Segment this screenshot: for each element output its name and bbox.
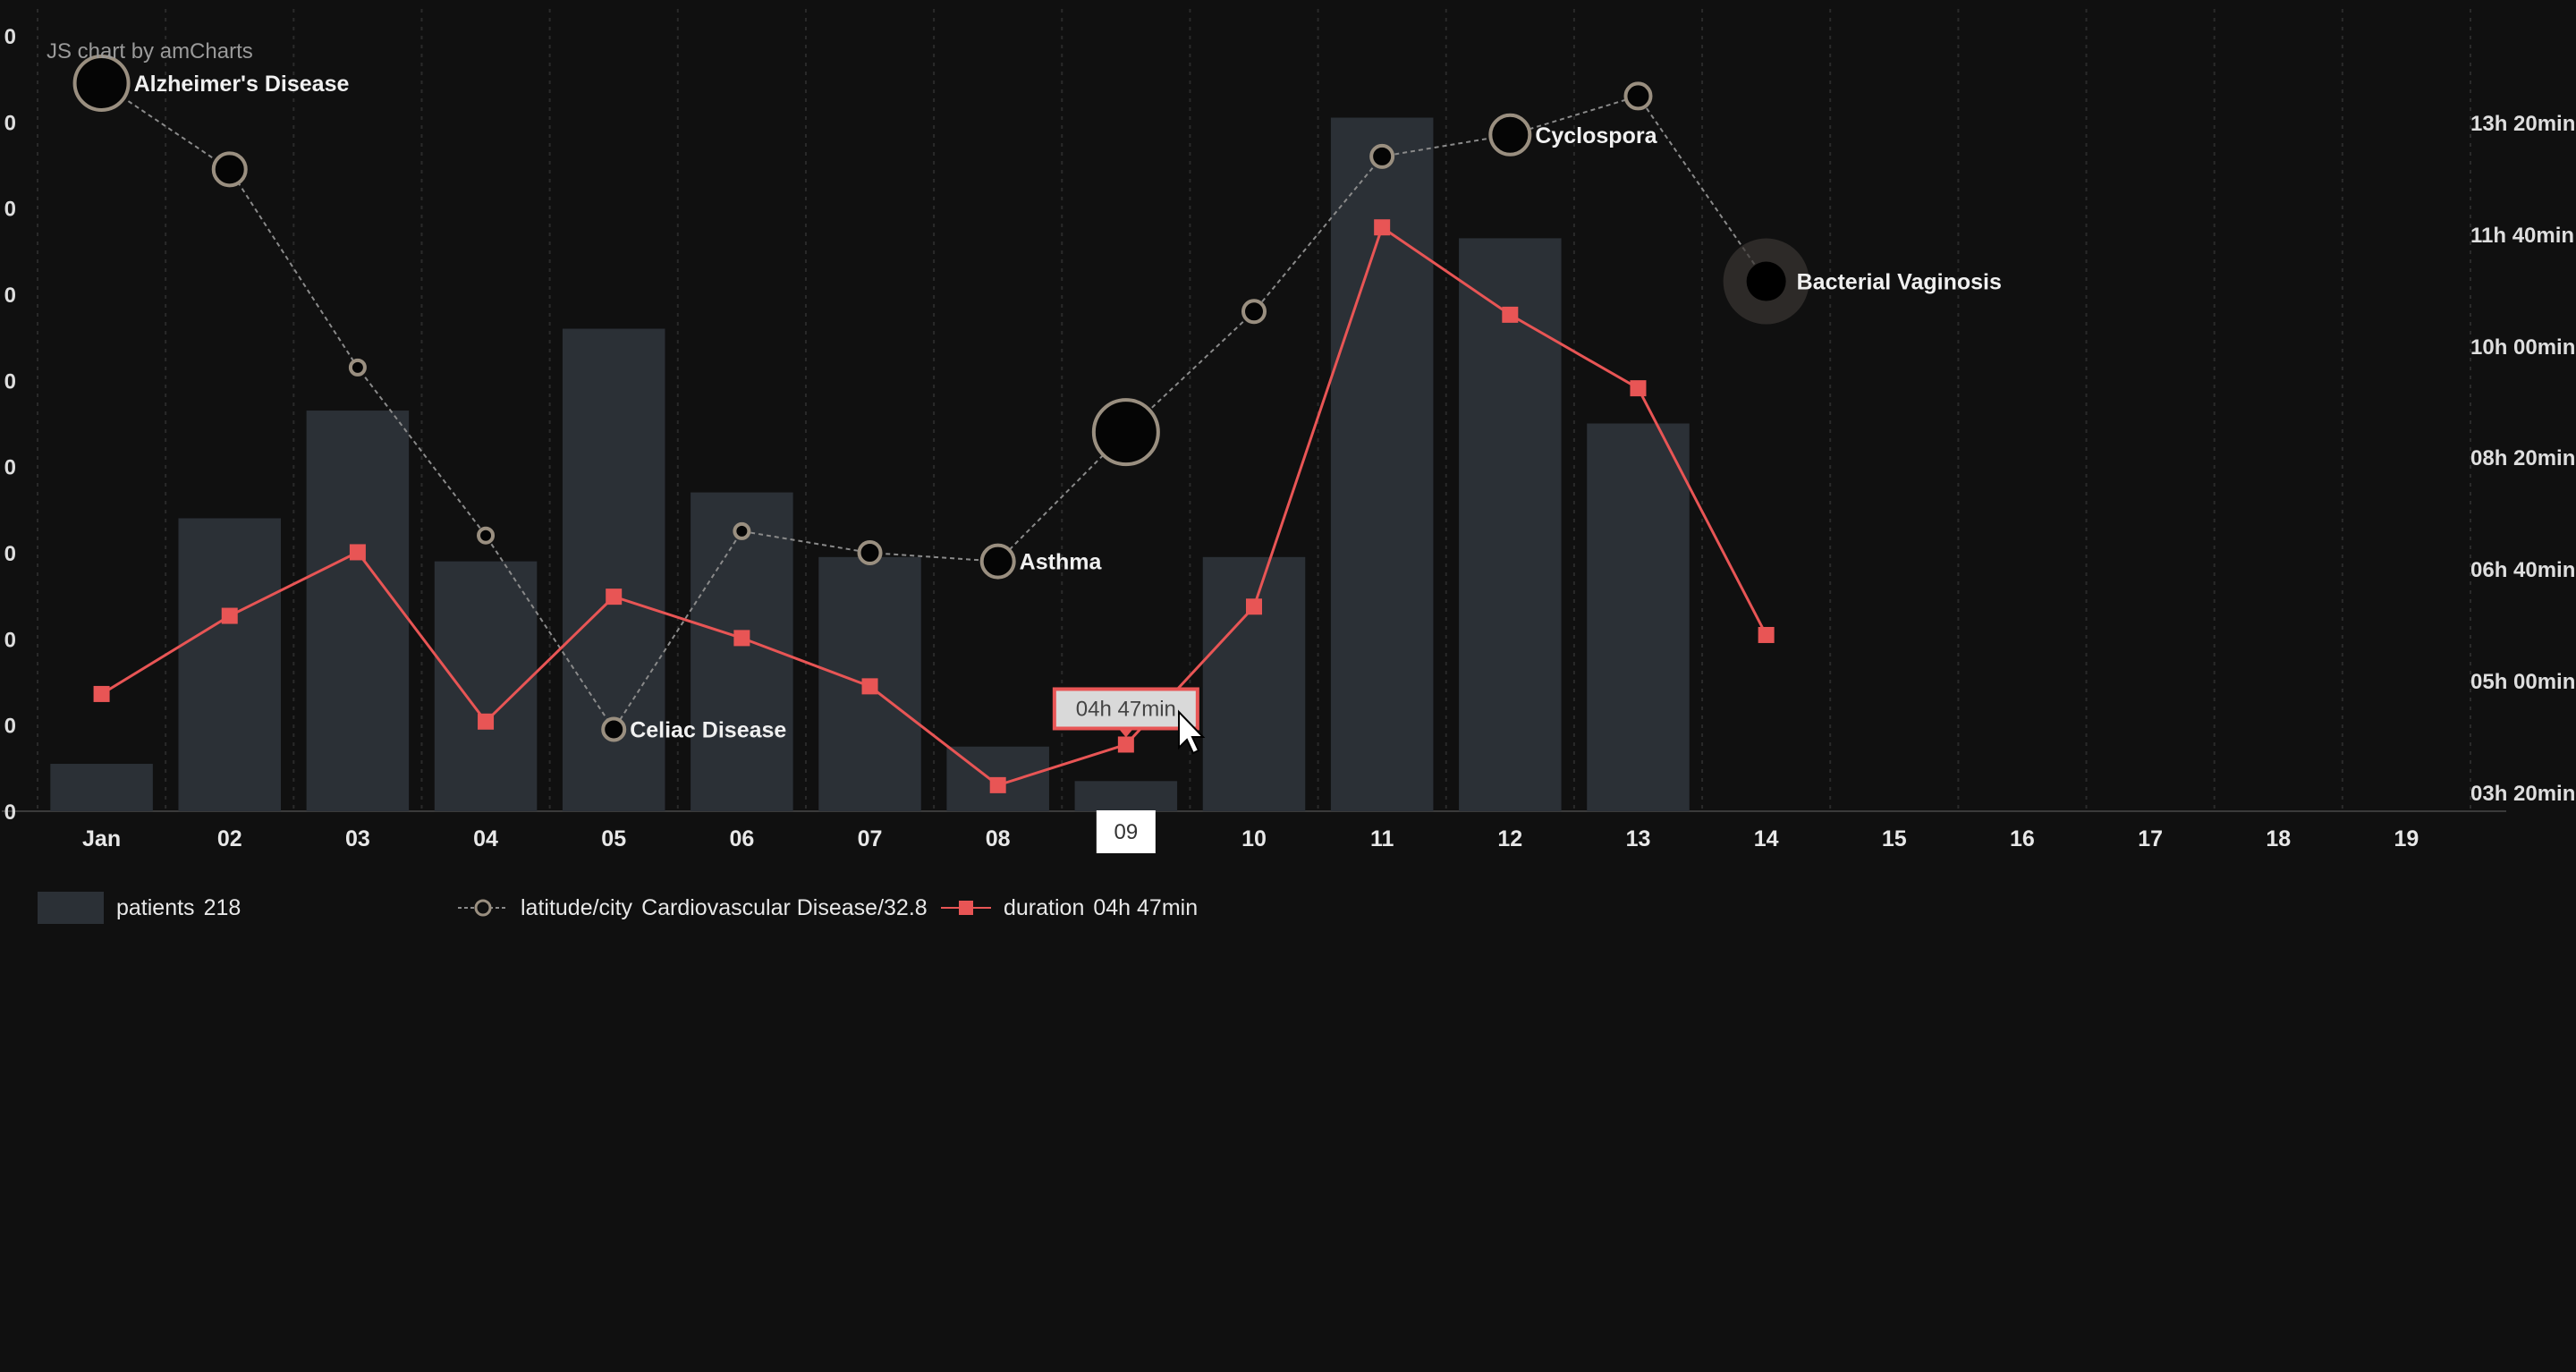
right-axis-tick-label: 06h 40min bbox=[2470, 558, 2575, 582]
legend: patients 218 latitude/city Cardiovascula… bbox=[0, 885, 1342, 930]
left-axis: 0 0 0 0 0 0 0 0 0 0 bbox=[4, 25, 16, 825]
latitude-bullet-label: Cyclospora bbox=[1535, 123, 1657, 148]
bar-03 bbox=[306, 411, 410, 811]
legend-item-patients[interactable]: patients 218 bbox=[38, 885, 241, 930]
duration-marker bbox=[989, 776, 1006, 793]
latitude-marker bbox=[1091, 398, 1160, 467]
left-axis-tick-label: 0 bbox=[4, 542, 16, 566]
left-axis-tick-label: 0 bbox=[4, 369, 16, 394]
latitude-marker bbox=[1746, 261, 1786, 301]
chart-credit[interactable]: JS chart by amCharts bbox=[47, 39, 253, 64]
category-label: 07 bbox=[858, 826, 883, 851]
legend-swatch-patients bbox=[38, 892, 104, 924]
category-label: 12 bbox=[1497, 826, 1522, 851]
category-label: 10 bbox=[1241, 826, 1267, 851]
legend-label-patients: patients bbox=[116, 894, 195, 920]
tooltip-pointer bbox=[1116, 726, 1135, 738]
duration-marker bbox=[861, 678, 878, 695]
legend-item-duration[interactable]: duration 04h 47min bbox=[941, 885, 1198, 930]
bar-09 bbox=[1074, 781, 1178, 811]
duration-marker bbox=[733, 630, 750, 647]
category-label: 09 bbox=[1114, 820, 1138, 844]
category-label: 03 bbox=[345, 826, 370, 851]
legend-value-latitude: Cardiovascular Disease/32.8 bbox=[641, 894, 928, 920]
bar-02 bbox=[178, 518, 281, 811]
latitude-marker bbox=[477, 526, 496, 545]
left-axis-tick-label: 0 bbox=[4, 25, 16, 49]
duration-marker bbox=[1246, 598, 1262, 615]
right-axis: 03h 20min 05h 00min 06h 40min 08h 20min 10h … bbox=[2470, 112, 2575, 806]
latitude-bullet-label: Bacterial Vaginosis bbox=[1797, 270, 2002, 295]
duration-marker bbox=[478, 713, 495, 730]
latitude-marker bbox=[733, 521, 751, 540]
latitude-bullet-label: Celiac Disease bbox=[630, 717, 786, 742]
category-label: 15 bbox=[1882, 826, 1907, 851]
legend-value-duration: 04h 47min bbox=[1093, 894, 1199, 920]
latitude-marker bbox=[1488, 113, 1532, 157]
legend-label-duration: duration bbox=[1004, 894, 1085, 920]
category-label: 13 bbox=[1626, 826, 1651, 851]
duration-marker bbox=[1630, 380, 1647, 397]
patients-bars bbox=[50, 117, 1690, 812]
latitude-marker bbox=[857, 540, 883, 565]
right-axis-tick-label: 03h 20min bbox=[2470, 782, 2575, 806]
latitude-marker bbox=[348, 358, 367, 377]
latitude-bullet-label: Alzheimer's Disease bbox=[134, 72, 350, 97]
duration-marker bbox=[1374, 219, 1391, 236]
left-axis-tick-label: 0 bbox=[4, 628, 16, 652]
bar-12 bbox=[1459, 238, 1562, 812]
latitude-marker bbox=[601, 716, 627, 742]
legend-label-latitude: latitude/city bbox=[521, 894, 633, 920]
category-label: 19 bbox=[2394, 826, 2419, 851]
bar-Jan bbox=[50, 764, 153, 811]
left-axis-tick-label: 0 bbox=[4, 198, 16, 222]
category-label: Jan bbox=[82, 826, 121, 851]
left-axis-tick-label: 0 bbox=[4, 715, 16, 739]
category-label: 02 bbox=[217, 826, 242, 851]
duration-marker bbox=[349, 544, 366, 561]
left-axis-tick-label: 0 bbox=[4, 456, 16, 480]
left-axis-tick-label: 0 bbox=[4, 800, 16, 825]
legend-item-latitude[interactable]: latitude/city Cardiovascular Disease/32.… bbox=[458, 885, 928, 930]
latitude-marker bbox=[979, 543, 1016, 580]
latitude-marker bbox=[211, 151, 248, 188]
category-label: 11 bbox=[1370, 826, 1394, 851]
bar-10 bbox=[1202, 556, 1306, 811]
category-label: 14 bbox=[1754, 826, 1779, 851]
left-axis-tick-label: 0 bbox=[4, 111, 16, 135]
latitude-marker bbox=[1369, 143, 1395, 169]
latitude-marker bbox=[1623, 81, 1653, 111]
category-label: 04 bbox=[473, 826, 498, 851]
right-axis-tick-label: 10h 00min bbox=[2470, 335, 2575, 360]
duration-marker bbox=[606, 589, 623, 606]
legend-value-patients: 218 bbox=[203, 894, 242, 920]
right-axis-tick-label: 13h 20min bbox=[2470, 112, 2575, 136]
category-label: 17 bbox=[2138, 826, 2163, 851]
tooltip: 04h 47min bbox=[1052, 687, 1199, 738]
chart: 0 0 0 0 0 0 0 0 0 0 03h 20min 05h 00min 06h 40min 08… bbox=[2, 9, 2575, 853]
right-axis-tick-label: 08h 20min bbox=[2470, 446, 2575, 470]
duration-marker bbox=[221, 607, 238, 624]
latitude-marker bbox=[1241, 299, 1267, 325]
left-axis-tick-label: 0 bbox=[4, 284, 16, 308]
right-axis-tick-label: 11h 40min bbox=[2470, 224, 2574, 248]
category-label: 08 bbox=[986, 826, 1011, 851]
legend-swatch-duration bbox=[941, 892, 991, 924]
legend-swatch-latitude bbox=[458, 892, 508, 924]
tooltip-text: 04h 47min bbox=[1076, 697, 1176, 721]
duration-marker bbox=[1502, 306, 1519, 323]
duration-marker bbox=[1758, 626, 1775, 643]
right-axis-tick-label: 05h 00min bbox=[2470, 670, 2575, 694]
category-label: 06 bbox=[729, 826, 754, 851]
category-label: 16 bbox=[2010, 826, 2035, 851]
duration-marker bbox=[1117, 736, 1134, 753]
category-label: 05 bbox=[601, 826, 626, 851]
latitude-bullet-label: Asthma bbox=[1020, 550, 1103, 575]
category-label: 18 bbox=[2266, 826, 2291, 851]
bar-13 bbox=[1587, 423, 1690, 811]
duration-marker bbox=[93, 685, 110, 702]
category-axis: Jan 02 03 04 05 06 07 08 09 10 11 12 13 14 15 16 17 18 19 bbox=[82, 810, 2419, 853]
